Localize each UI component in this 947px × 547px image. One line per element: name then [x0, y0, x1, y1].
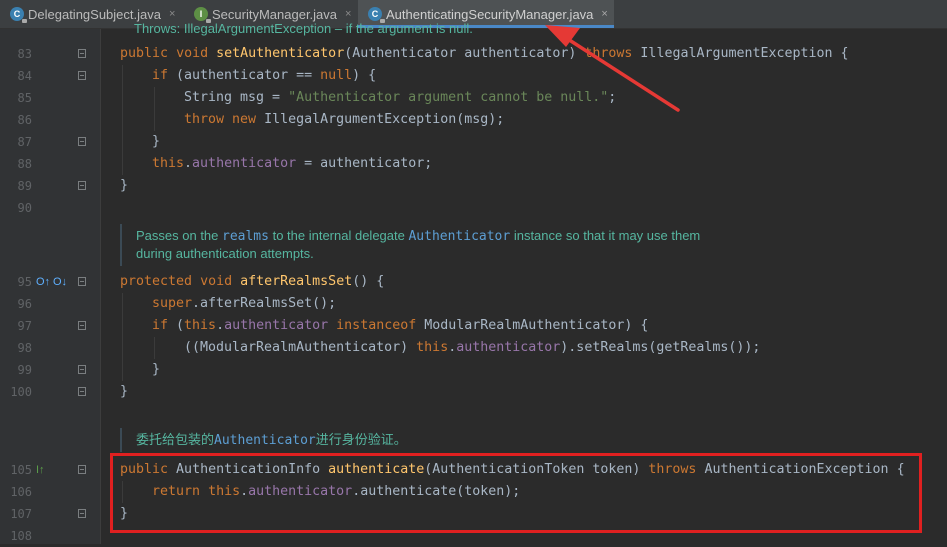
annotation-arrow — [545, 25, 680, 112]
